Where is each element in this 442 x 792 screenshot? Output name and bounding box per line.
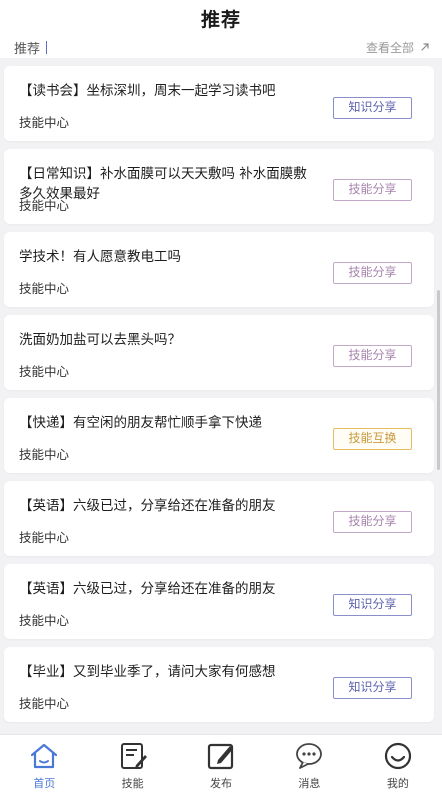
category-tag[interactable]: 技能分享 [333,511,412,533]
category-tag[interactable]: 知识分享 [333,594,412,616]
section-label-bar [46,40,48,54]
card-source: 技能中心 [19,530,70,545]
page-title: 推荐 [200,8,241,31]
bottom-tab-bar: 首页 技能 发布 消息 我的 [0,734,442,792]
category-tag[interactable]: 技能分享 [333,179,412,201]
category-tag[interactable]: 知识分享 [333,677,412,699]
card-source: 技能中心 [19,364,70,379]
message-icon [294,741,324,771]
card-source: 技能中心 [19,613,70,628]
home-icon [29,741,59,771]
tab-skills[interactable]: 技能 [88,735,176,792]
category-tag[interactable]: 技能分享 [333,262,412,284]
feed-card[interactable]: 学技术！有人愿意教电工吗 技能中心 技能分享 [4,232,434,307]
section-header: 推荐 查看全部 [0,36,442,58]
card-title: 【英语】六级已过，分享给还在准备的朋友 [19,498,276,514]
tab-label: 技能 [121,777,144,790]
category-tag[interactable]: 知识分享 [333,97,412,119]
feed-card[interactable]: 洗面奶加盐可以去黑头吗？ 技能中心 技能分享 [4,315,434,390]
tab-label: 我的 [386,777,409,790]
tab-label: 首页 [33,777,56,790]
tab-profile[interactable]: 我的 [354,735,442,792]
recommend-feed[interactable]: 【读书会】坐标深圳，周末一起学习读书吧 技能中心 知识分享 【日常知识】补水面膜… [0,58,442,734]
see-all-text: 查看全部 [365,40,414,55]
tab-label: 发布 [210,777,233,790]
profile-icon [383,741,413,771]
tab-home[interactable]: 首页 [0,735,88,792]
card-title: 洗面奶加盐可以去黑头吗？ [19,332,181,348]
card-source: 技能中心 [19,281,70,296]
scrollbar-thumb[interactable] [437,290,440,470]
feed-card[interactable]: 【英语】六级已过，分享给还在准备的朋友 技能中心 技能分享 [4,481,434,556]
card-source: 技能中心 [19,115,70,130]
card-title: 【毕业】又到毕业季了，请问大家有何感想 [19,664,276,680]
see-all-link[interactable]: 查看全部 [366,39,430,56]
feed-card[interactable]: 【快递】有空闲的朋友帮忙顺手拿下快递 技能中心 技能互换 [4,398,434,473]
card-title: 【英语】六级已过，分享给还在准备的朋友 [19,581,276,597]
card-source: 技能中心 [19,198,70,213]
publish-icon [206,741,236,771]
tab-publish[interactable]: 发布 [177,735,265,792]
tab-label: 消息 [298,777,321,790]
section-label-text: 推荐 [14,41,41,57]
tab-messages[interactable]: 消息 [265,735,353,792]
card-source: 技能中心 [19,447,70,462]
edit-note-icon [118,741,148,771]
section-label: 推荐 [14,38,48,57]
feed-card[interactable]: 【毕业】又到毕业季了，请问大家有何感想 技能中心 知识分享 [4,647,434,722]
card-title: 学技术！有人愿意教电工吗 [19,249,181,265]
feed-card[interactable]: 【日常知识】补水面膜可以天天敷吗 补水面膜敷多久效果最好 技能中心 技能分享 [4,149,434,224]
feed-card[interactable]: 【英语】六级已过，分享给还在准备的朋友 技能中心 知识分享 [4,564,434,639]
app-screen: 推荐 推荐 查看全部 【读书会】坐标深圳，周末一起学习读书吧 技能中心 知识分享… [0,0,442,792]
card-title: 【读书会】坐标深圳，周末一起学习读书吧 [19,83,276,99]
feed-card[interactable]: 【读书会】坐标深圳，周末一起学习读书吧 技能中心 知识分享 [4,66,434,141]
card-source: 技能中心 [19,696,70,711]
category-tag[interactable]: 技能互换 [333,428,412,450]
category-tag[interactable]: 技能分享 [333,345,412,367]
top-bar: 推荐 [0,0,442,36]
card-title: 【快递】有空闲的朋友帮忙顺手拿下快递 [19,415,262,431]
arrow-up-right-icon [420,42,430,52]
